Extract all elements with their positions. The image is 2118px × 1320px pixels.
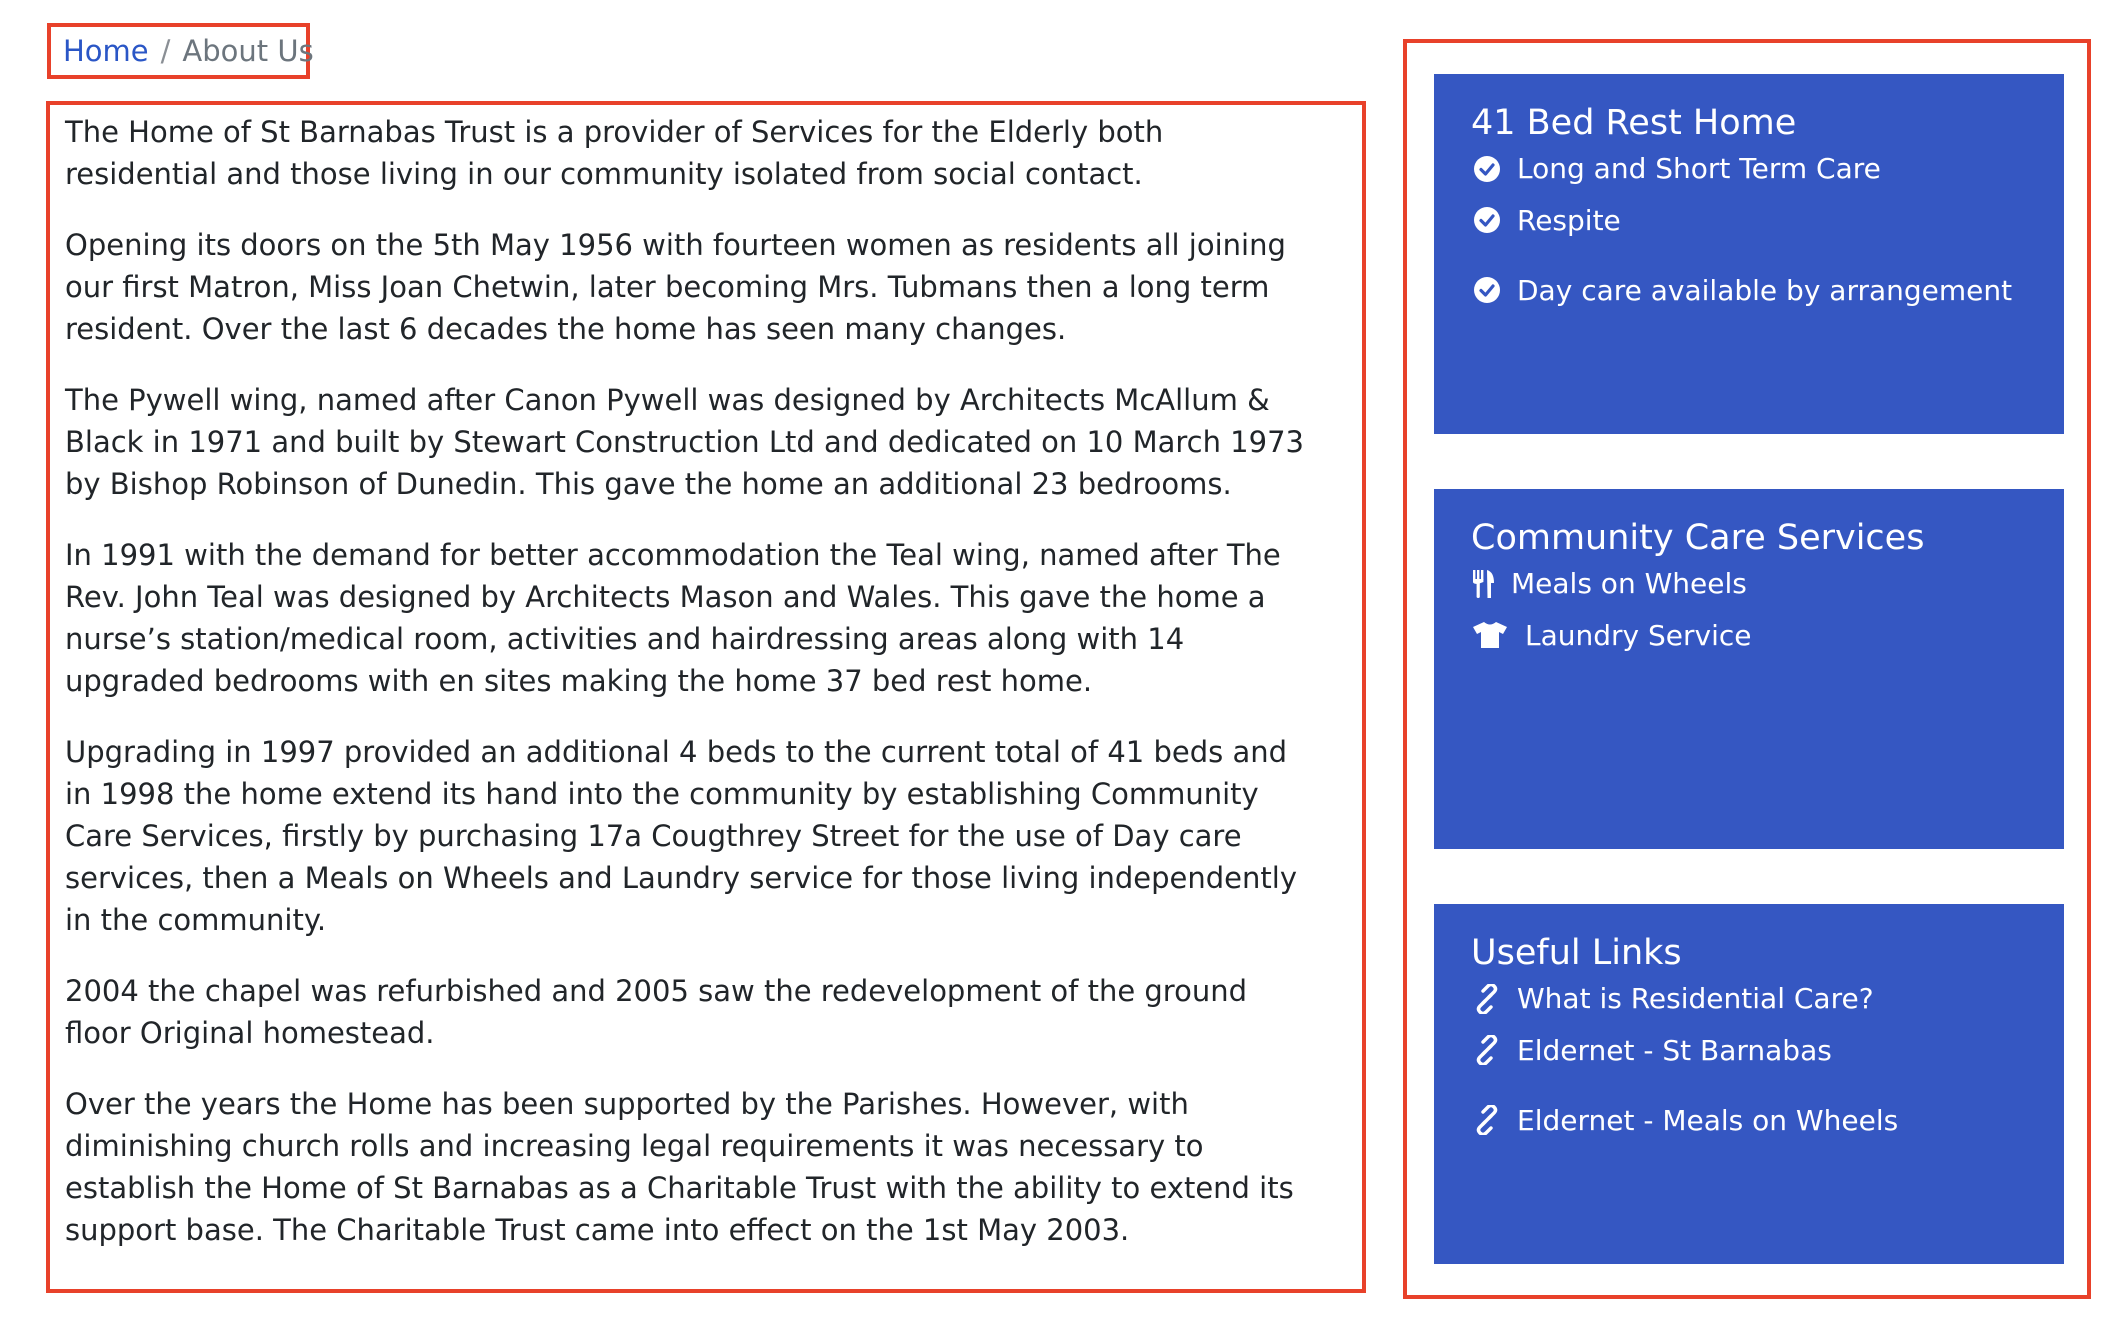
sidebar: 41 Bed Rest Home Long and Short Term Car…: [1403, 39, 2091, 1299]
breadcrumb-home-link[interactable]: Home: [63, 34, 149, 68]
community-care-panel: Community Care Services Meals on Wheels: [1434, 489, 2064, 849]
utensils-icon: [1471, 568, 1497, 600]
useful-link-label[interactable]: Eldernet - St Barnabas: [1517, 1034, 1832, 1067]
breadcrumb-separator: /: [160, 34, 171, 68]
useful-links-panel: Useful Links What is Residential Care? E…: [1434, 904, 2064, 1264]
list-item-label: Long and Short Term Care: [1517, 152, 1881, 185]
rest-home-list: Long and Short Term Care Respite Day car…: [1471, 152, 2064, 325]
rest-home-panel: 41 Bed Rest Home Long and Short Term Car…: [1434, 74, 2064, 434]
check-circle-icon: [1471, 153, 1503, 185]
paragraph: 2004 the chapel was refurbished and 2005…: [65, 974, 1247, 1050]
breadcrumb: Home / About Us: [47, 23, 314, 79]
paragraph: The Pywell wing, named after Canon Pywel…: [65, 383, 1304, 501]
list-item-label: Day care available by arrangement: [1517, 273, 2013, 307]
list-item: Day care available by arrangement: [1471, 255, 2064, 325]
list-item-label: Meals on Wheels: [1511, 567, 1747, 600]
paragraph: Upgrading in 1997 provided an additional…: [65, 735, 1297, 937]
useful-link[interactable]: What is Residential Care?: [1471, 982, 2064, 1015]
link-icon: [1471, 983, 1503, 1015]
community-care-list: Meals on Wheels Laundry Service: [1471, 567, 2064, 670]
useful-link-label[interactable]: Eldernet - Meals on Wheels: [1517, 1104, 1898, 1137]
panel-title: Useful Links: [1471, 933, 1682, 973]
useful-link-label[interactable]: What is Residential Care?: [1517, 982, 1874, 1015]
check-circle-icon: [1471, 204, 1503, 236]
useful-link[interactable]: Eldernet - Meals on Wheels: [1471, 1085, 2064, 1155]
breadcrumb-current: About Us: [182, 34, 314, 68]
list-item: Meals on Wheels: [1471, 567, 2064, 600]
check-circle-icon: [1471, 274, 1503, 306]
useful-link[interactable]: Eldernet - St Barnabas: [1471, 1015, 2064, 1085]
list-item: Long and Short Term Care: [1471, 152, 2064, 185]
panel-title: 41 Bed Rest Home: [1471, 103, 1797, 143]
list-item: Laundry Service: [1471, 600, 2064, 670]
panel-title: Community Care Services: [1471, 518, 1925, 558]
link-icon: [1471, 1104, 1503, 1136]
list-item-label: Respite: [1517, 203, 1621, 237]
paragraph: In 1991 with the demand for better accom…: [65, 538, 1281, 698]
link-icon: [1471, 1034, 1503, 1066]
paragraph: Over the years the Home has been support…: [65, 1087, 1294, 1247]
tshirt-icon: [1471, 619, 1509, 651]
paragraph: Opening its doors on the 5th May 1956 wi…: [65, 228, 1286, 346]
list-item: Respite: [1471, 185, 2064, 255]
about-content: The Home of St Barnabas Trust is a provi…: [46, 101, 1366, 1293]
paragraph: The Home of St Barnabas Trust is a provi…: [65, 115, 1164, 191]
useful-links-list: What is Residential Care? Eldernet - St …: [1471, 982, 2064, 1155]
list-item-label: Laundry Service: [1525, 618, 1752, 652]
